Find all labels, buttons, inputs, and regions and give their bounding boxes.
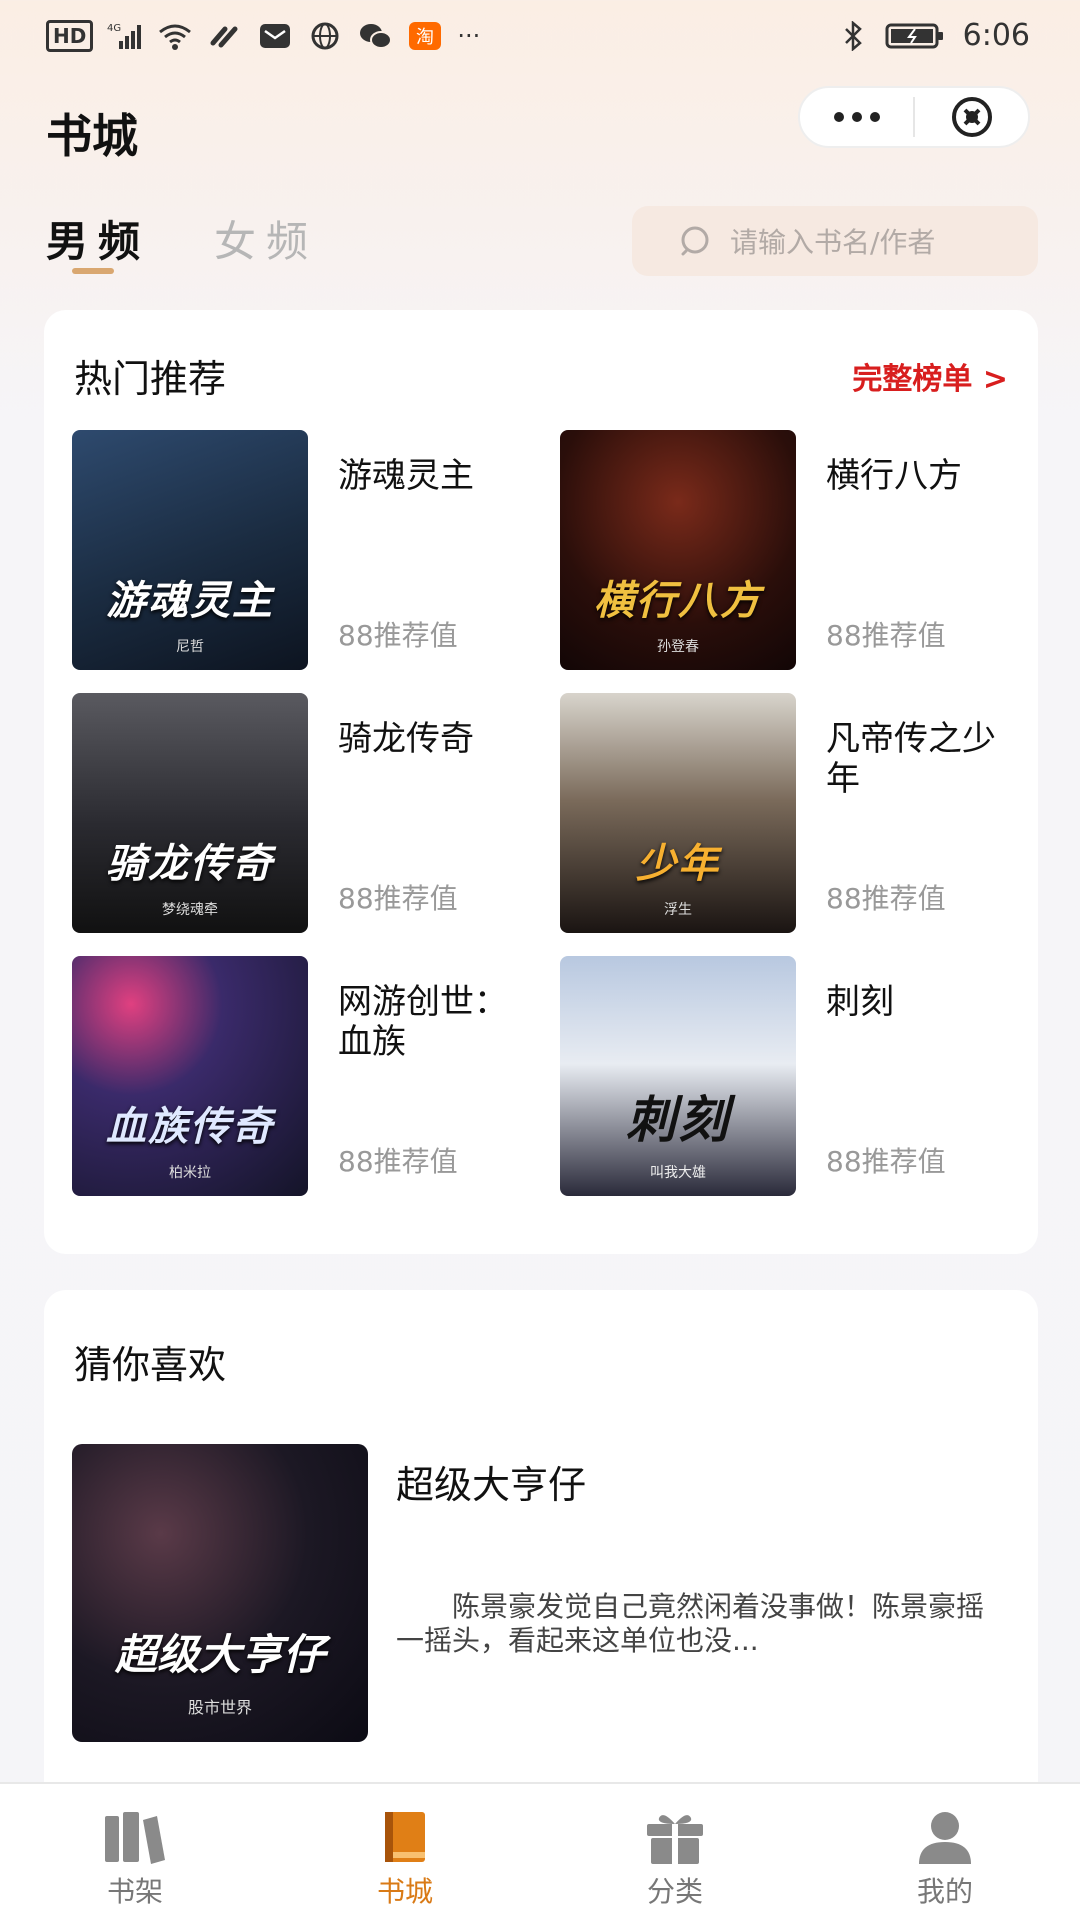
user-icon: [919, 1812, 971, 1864]
wifi-icon: [157, 21, 193, 51]
cover-title: 血族传奇: [106, 1104, 274, 1150]
book-score: 88推荐值: [826, 882, 946, 915]
book-item[interactable]: 刺刻 叫我大雄 刺刻 88推荐值: [560, 956, 1030, 1196]
guess-you-like-card: 猜你喜欢 超级大亨仔 股市世界 超级大亨仔 陈景豪发觉自己竟然闲着没事做！陈景豪…: [44, 1290, 1038, 1810]
cover-author: 孙登春: [657, 639, 699, 655]
bottom-nav: 书架 书城 分类 我的: [0, 1782, 1080, 1920]
bookstore-icon: [385, 1812, 425, 1862]
book-title: 骑龙传奇: [338, 719, 474, 759]
cover-title: 骑龙传奇: [106, 841, 274, 887]
book-title: 横行八方: [826, 456, 962, 496]
cover-author: 叫我大雄: [650, 1165, 706, 1181]
nav-bookshelf-label: 书架: [106, 1875, 163, 1908]
more-dots-icon: [833, 112, 880, 122]
book-item[interactable]: 骑龙传奇 梦绕魂牵 骑龙传奇 88推荐值: [72, 693, 542, 933]
full-ranking-link[interactable]: 完整榜单 >: [852, 354, 1008, 398]
gift-icon: [647, 1815, 703, 1864]
book-cover[interactable]: 超级大亨仔 股市世界: [72, 1444, 368, 1742]
book-score: 88推荐值: [338, 619, 458, 652]
cover-title: 游魂灵主: [106, 578, 274, 624]
book-cover: 游魂灵主 尼哲: [72, 430, 308, 670]
book-title: 游魂灵主: [338, 456, 474, 496]
tab-female[interactable]: 女频: [214, 208, 318, 269]
globe-icon: [307, 21, 343, 51]
cover-title: 横行八方: [594, 578, 762, 624]
hot-recommend-card: 热门推荐 完整榜单 > 游魂灵主 尼哲 游魂灵主 88推荐值 横行八方 孙登春 …: [44, 310, 1038, 1254]
book-cover: 横行八方 孙登春: [560, 430, 796, 670]
nav-bookstore[interactable]: 书城: [270, 1784, 540, 1920]
nav-profile[interactable]: 我的: [810, 1784, 1080, 1920]
tab-male[interactable]: 男频: [46, 208, 151, 274]
bluetooth-icon: [839, 19, 867, 52]
book-item[interactable]: 少年 浮生 凡帝传之少年 88推荐值: [560, 693, 1030, 933]
channel-tabs: 男频 女频: [46, 208, 318, 274]
more-options-button[interactable]: [800, 88, 913, 146]
page-title: 书城: [46, 109, 138, 163]
tab-male-label: 男频: [46, 217, 151, 266]
cover-author: 浮生: [664, 902, 692, 918]
book-cover: 血族传奇 柏米拉: [72, 956, 308, 1196]
book-score: 88推荐值: [826, 1145, 946, 1178]
taobao-icon: 淘: [407, 21, 443, 51]
title-bar: 书城: [0, 80, 1080, 180]
search-placeholder: 请输入书名/作者: [730, 226, 936, 259]
link-icon: [207, 21, 243, 51]
mini-program-capsule: [798, 86, 1030, 148]
battery-icon: [885, 21, 945, 51]
book-title: 刺刻: [826, 982, 894, 1022]
search-icon: [681, 226, 709, 256]
cover-title: 超级大亨仔: [114, 1630, 325, 1679]
book-cover: 骑龙传奇 梦绕魂牵: [72, 693, 308, 933]
hot-section-title: 热门推荐: [74, 357, 227, 401]
nav-profile-label: 我的: [916, 1875, 973, 1908]
book-score: 88推荐值: [338, 882, 458, 915]
cover-author: 尼哲: [176, 639, 204, 655]
status-bar-left: HD 4G 淘 ···: [46, 20, 480, 52]
message-icon: [257, 21, 293, 51]
tab-female-label: 女频: [214, 217, 319, 266]
nav-category[interactable]: 分类: [540, 1784, 810, 1920]
svg-text:淘: 淘: [416, 27, 434, 48]
cover-author: 梦绕魂牵: [162, 902, 218, 918]
book-item[interactable]: 横行八方 孙登春 横行八方 88推荐值: [560, 430, 1030, 670]
status-time: 6:06: [962, 18, 1030, 53]
cover-author: 柏米拉: [169, 1165, 211, 1181]
status-bar: HD 4G 淘 ··· 6:06: [0, 0, 1080, 80]
book-score: 88推荐值: [826, 619, 946, 652]
nav-bookstore-label: 书城: [376, 1875, 433, 1908]
book-title: 凡帝传之少年: [826, 719, 996, 799]
nav-category-label: 分类: [646, 1875, 703, 1908]
search-input[interactable]: 请输入书名/作者: [632, 206, 1038, 276]
book-title: 网游创世：血族: [338, 982, 508, 1062]
book-cover: 少年 浮生: [560, 693, 796, 933]
book-score: 88推荐值: [338, 1145, 458, 1178]
cover-title: 刺刻: [626, 1091, 730, 1149]
nav-bookshelf[interactable]: 书架: [0, 1784, 270, 1920]
active-tab-indicator: [72, 268, 114, 274]
wechat-icon: [357, 21, 393, 51]
cover-title: 少年: [636, 841, 720, 887]
close-circle-icon: [951, 97, 992, 137]
book-cover: 刺刻 叫我大雄: [560, 956, 796, 1196]
book-item[interactable]: 血族传奇 柏米拉 网游创世：血族 88推荐值: [72, 956, 542, 1196]
guess-section-title: 猜你喜欢: [74, 1343, 227, 1387]
bookshelf-icon: [105, 1812, 165, 1864]
hd-icon: HD: [46, 20, 94, 52]
book-item[interactable]: 游魂灵主 尼哲 游魂灵主 88推荐值: [72, 430, 542, 670]
signal-4g-icon: 4G: [107, 21, 143, 51]
cover-author: 股市世界: [187, 1698, 252, 1717]
status-bar-right: 6:06: [839, 18, 1030, 53]
svg-text:4G: 4G: [107, 23, 121, 34]
more-notifications-icon: ···: [457, 22, 481, 50]
book-description: 陈景豪发觉自己竟然闲着没事做！陈景豪摇一摇头，看起来这单位也没...: [396, 1590, 985, 1657]
close-button[interactable]: [915, 88, 1028, 146]
book-title[interactable]: 超级大亨仔: [396, 1454, 586, 1509]
